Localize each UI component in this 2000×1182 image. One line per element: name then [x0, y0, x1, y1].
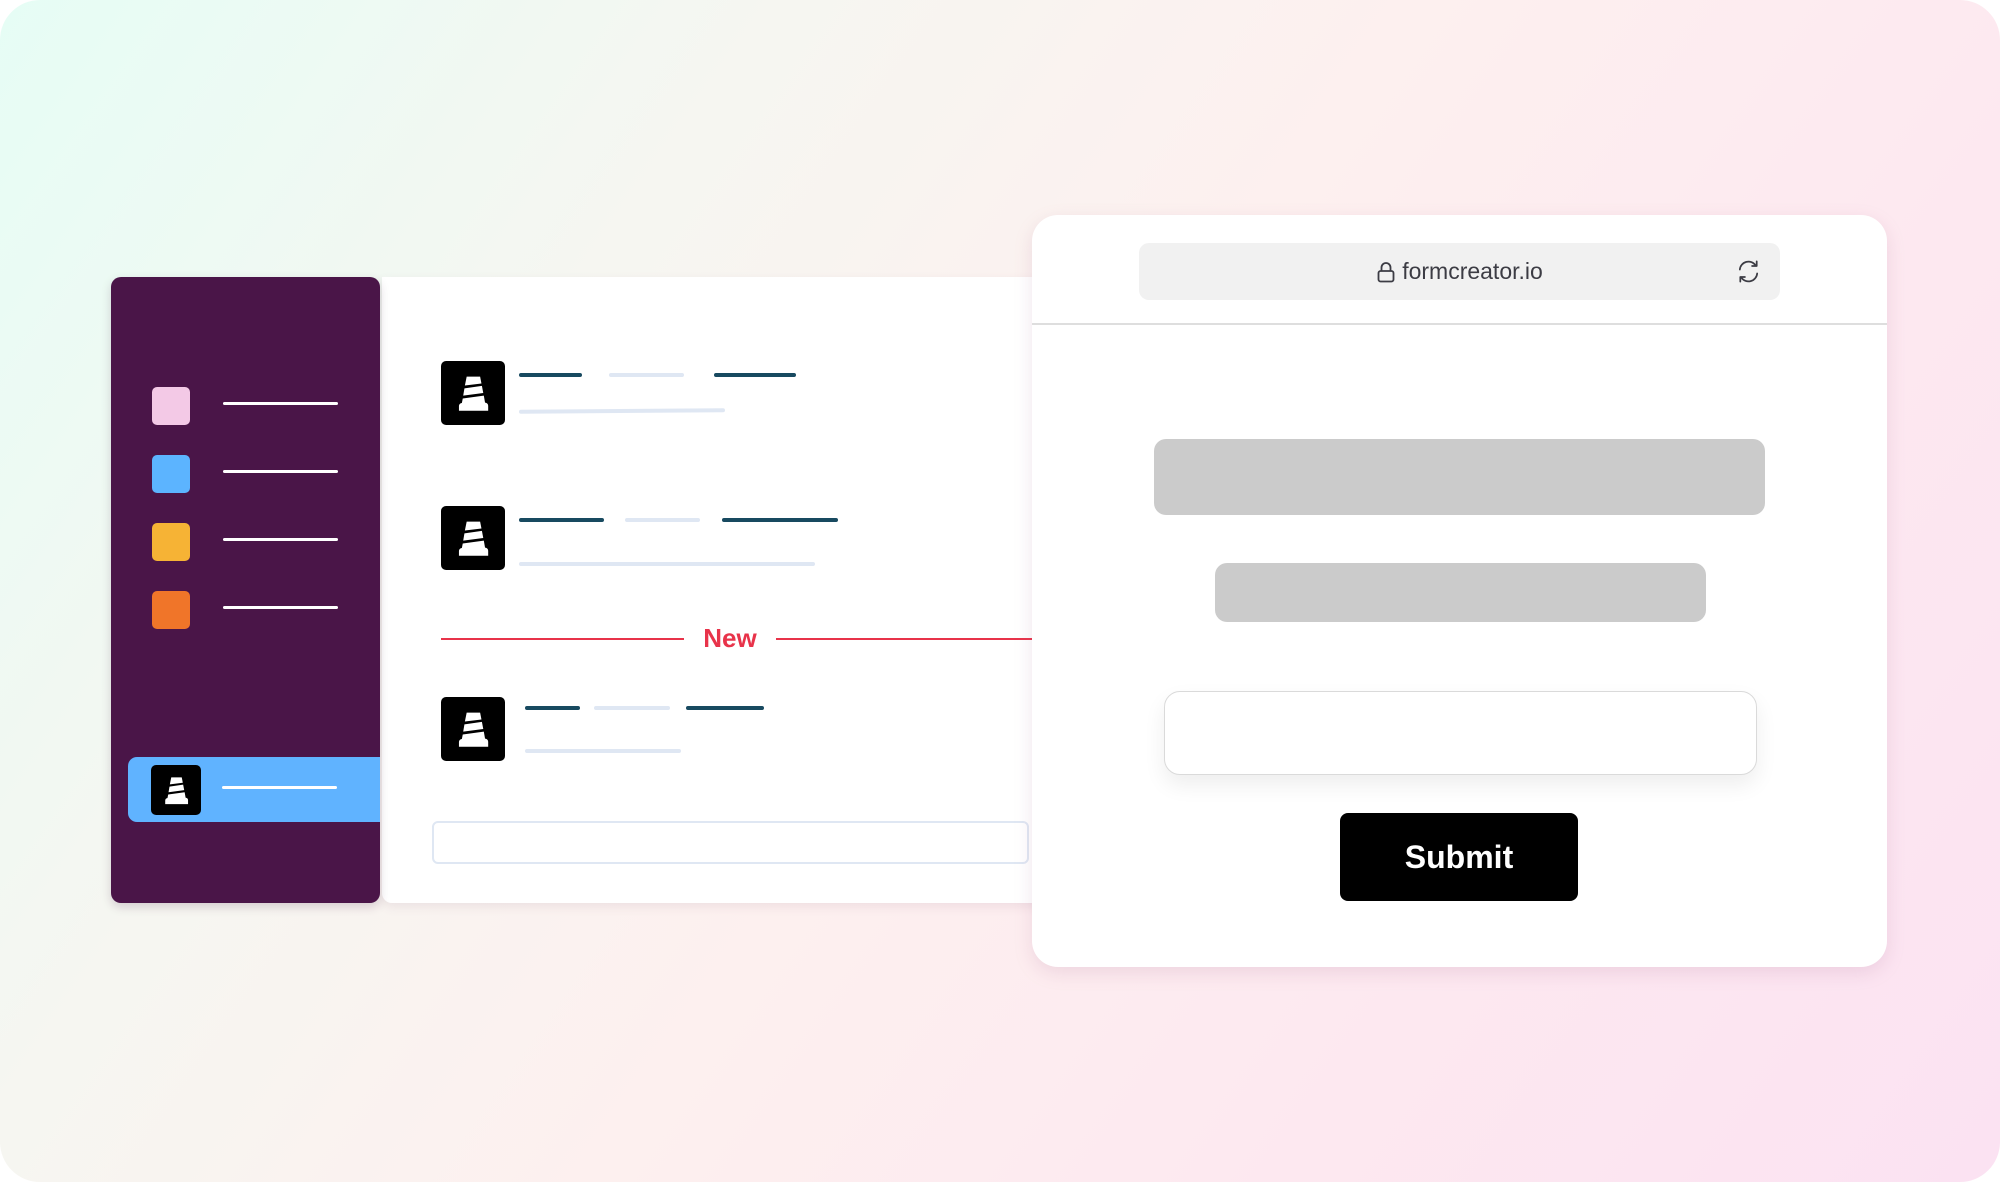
- message-author-placeholder: [519, 518, 604, 522]
- traffic-cone-app-icon: [441, 506, 505, 570]
- form-subtitle-placeholder: [1215, 563, 1706, 622]
- message-meta-placeholder: [686, 706, 764, 710]
- sidebar-item-active-app[interactable]: [128, 757, 380, 822]
- sidebar-item-label-placeholder: [223, 402, 338, 405]
- form-title-placeholder: [1154, 439, 1765, 515]
- browser-window: formcreator.io Submit: [1032, 215, 1887, 967]
- message-meta-placeholder: [625, 518, 700, 522]
- message-meta-placeholder: [609, 373, 684, 377]
- sidebar-item-label-placeholder: [222, 786, 337, 789]
- traffic-cone-app-icon: [441, 697, 505, 761]
- traffic-cone-app-icon: [151, 765, 201, 815]
- blue-square-icon: [152, 455, 190, 493]
- message-meta-placeholder: [594, 706, 670, 710]
- yellow-square-icon: [152, 523, 190, 561]
- new-divider-line-left: [441, 638, 684, 640]
- new-divider-line-right: [776, 638, 1062, 640]
- browser-toolbar-divider: [1032, 323, 1887, 325]
- message-meta-placeholder: [722, 518, 838, 522]
- sidebar-item-label-placeholder: [223, 606, 338, 609]
- submit-button[interactable]: Submit: [1340, 813, 1578, 901]
- orange-square-icon: [152, 591, 190, 629]
- background-canvas: New formcreator.io Submit: [0, 0, 2000, 1182]
- message-author-placeholder: [525, 706, 580, 710]
- sidebar-item-label-placeholder: [223, 470, 338, 473]
- message-text-placeholder: [518, 408, 726, 414]
- form-text-input[interactable]: [1164, 691, 1757, 775]
- message-text-placeholder: [519, 562, 815, 566]
- lock-icon: [1377, 261, 1395, 282]
- traffic-cone-app-icon: [441, 361, 505, 425]
- chat-panel: New: [382, 277, 1062, 903]
- pink-square-icon: [152, 387, 190, 425]
- message-input[interactable]: [432, 821, 1029, 864]
- message-meta-placeholder: [714, 373, 796, 377]
- url-text: formcreator.io: [1402, 258, 1543, 284]
- workspace-sidebar: [111, 277, 380, 903]
- address-bar-content: formcreator.io: [1139, 243, 1780, 300]
- address-bar[interactable]: formcreator.io: [1139, 243, 1780, 300]
- new-divider-label: New: [703, 623, 757, 653]
- reload-icon[interactable]: [1735, 258, 1762, 285]
- message-author-placeholder: [519, 373, 582, 377]
- sidebar-item-label-placeholder: [223, 538, 338, 541]
- message-text-placeholder: [525, 749, 681, 753]
